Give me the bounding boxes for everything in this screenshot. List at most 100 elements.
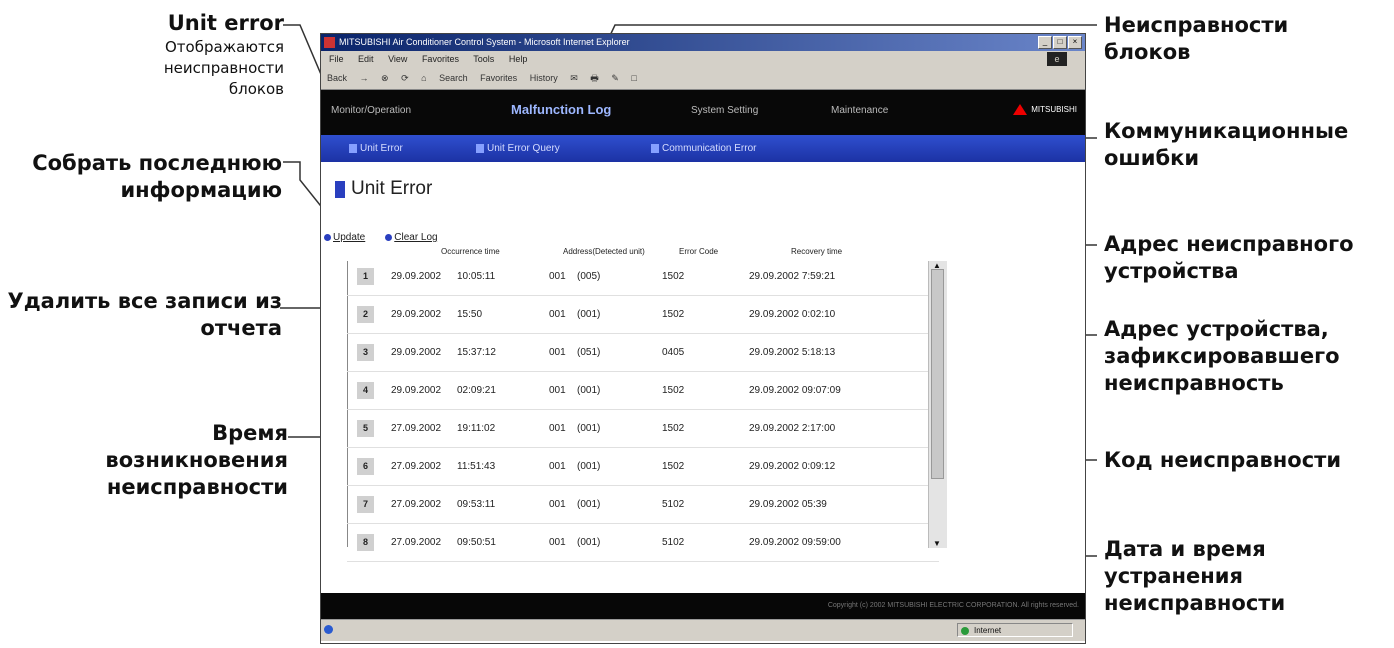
back-button[interactable]: Back xyxy=(327,73,347,83)
header-error-code: Error Code xyxy=(679,247,719,256)
nav-monitor-operation[interactable]: Monitor/Operation xyxy=(331,105,411,116)
table-row[interactable]: 4 29.09.2002 02:09:21 001 (001) 1502 29.09.200… xyxy=(347,372,939,410)
callout-faulty-address: Адрес неисправного устройства xyxy=(1104,232,1354,283)
print-button[interactable]: 🖶 xyxy=(590,73,599,83)
scrollbar-thumb[interactable] xyxy=(931,269,944,479)
clear-log-link[interactable]: Clear Log xyxy=(385,232,438,243)
cell-error-code: 1502 xyxy=(662,423,685,434)
header-recovery-time: Recovery time xyxy=(791,247,843,256)
cell-error-code: 1502 xyxy=(662,271,685,282)
callout-unit-error-title: Unit error xyxy=(167,11,284,35)
nav-maintenance[interactable]: Maintenance xyxy=(831,105,888,116)
window-controls: _ □ × xyxy=(1038,36,1082,49)
maximize-button[interactable]: □ xyxy=(1053,36,1067,49)
callout-unit-error: Unit error Отображаются неисправности бл… xyxy=(84,10,284,100)
menu-view[interactable]: View xyxy=(388,54,407,64)
cell-address: 001 xyxy=(549,309,566,320)
cell-address: 001 xyxy=(549,499,566,510)
cell-error-code: 1502 xyxy=(662,309,685,320)
table-row[interactable]: 8 27.09.2002 09:50:51 001 (001) 5102 29.09.200… xyxy=(347,524,939,562)
table-row[interactable]: 1 29.09.2002 10:05:11 001 (005) 1502 29.09.200… xyxy=(347,258,939,296)
cell-recovery-time: 29.09.2002 09:07:09 xyxy=(749,385,841,396)
tab-communication-error-label: Communication Error xyxy=(662,143,757,154)
callout-delete-all: Удалить все записи из отчета xyxy=(7,289,282,340)
menu-edit[interactable]: Edit xyxy=(358,54,374,64)
menu-favorites[interactable]: Favorites xyxy=(422,54,459,64)
home-button[interactable]: ⌂ xyxy=(421,73,426,83)
cell-address: 001 xyxy=(549,461,566,472)
scrollbar[interactable]: ▲ ▼ xyxy=(928,261,947,548)
refresh-button[interactable]: ⟳ xyxy=(401,73,409,83)
cell-recovery-time: 29.09.2002 2:17:00 xyxy=(749,423,836,434)
row-number: 4 xyxy=(357,382,374,399)
mitsubishi-logo: MITSUBISHI xyxy=(1013,104,1077,115)
discuss-button[interactable]: □ xyxy=(631,73,636,83)
tab-unit-error-query[interactable]: Unit Error Query xyxy=(476,143,560,154)
cell-date: 27.09.2002 xyxy=(391,537,442,548)
cell-recovery-time: 29.09.2002 7:59:21 xyxy=(749,271,836,282)
update-link[interactable]: Update xyxy=(324,232,365,243)
cell-address: 001 xyxy=(549,271,566,282)
cell-detected-unit: (001) xyxy=(577,309,601,320)
menu-tools[interactable]: Tools xyxy=(473,54,494,64)
cell-recovery-time: 29.09.2002 0:02:10 xyxy=(749,309,836,320)
page-title: Unit Error xyxy=(335,178,432,200)
tab-marker-icon xyxy=(651,144,659,153)
security-zone: Internet xyxy=(957,623,1073,637)
menu-help[interactable]: Help xyxy=(509,54,528,64)
table-row[interactable]: 6 27.09.2002 11:51:43 001 (001) 1502 29.09.200… xyxy=(347,448,939,486)
menu-file[interactable]: File xyxy=(329,54,344,64)
close-button[interactable]: × xyxy=(1068,36,1082,49)
bullet-icon xyxy=(324,234,331,241)
table-row[interactable]: 2 29.09.2002 15:50 001 (001) 1502 29.09.2002 0… xyxy=(347,296,939,334)
scroll-down-icon[interactable]: ▼ xyxy=(933,539,941,548)
minimize-button[interactable]: _ xyxy=(1038,36,1052,49)
forward-button[interactable]: → xyxy=(360,73,369,83)
cell-time: 10:05:11 xyxy=(457,271,496,282)
secondary-nav: Unit Error Unit Error Query Communicatio… xyxy=(321,135,1085,162)
bullet-icon xyxy=(385,234,393,241)
cell-recovery-time: 29.09.2002 5:18:13 xyxy=(749,347,836,358)
nav-malfunction-log[interactable]: Malfunction Log xyxy=(511,102,611,117)
row-number: 5 xyxy=(357,420,374,437)
cell-time: 11:51:43 xyxy=(457,461,496,472)
callout-unit-error-sub: Отображаются неисправности блоков xyxy=(163,38,284,98)
clear-log-label: Clear Log xyxy=(394,232,438,243)
row-divider xyxy=(347,561,939,562)
callout-comm-errors: Коммуникационные ошибки xyxy=(1104,119,1349,170)
callout-error-code: Код неисправности xyxy=(1104,448,1342,472)
cell-date: 27.09.2002 xyxy=(391,461,442,472)
table-row[interactable]: 5 27.09.2002 19:11:02 001 (001) 1502 29.09.200… xyxy=(347,410,939,448)
cell-date: 29.09.2002 xyxy=(391,309,442,320)
page-status-icon xyxy=(324,625,333,634)
cell-detected-unit: (001) xyxy=(577,461,601,472)
cell-date: 29.09.2002 xyxy=(391,347,442,358)
edit-button[interactable]: ✎ xyxy=(611,73,619,83)
callout-unit-faults: Неисправности блоков xyxy=(1104,13,1289,64)
ie-logo-icon: e xyxy=(1047,52,1067,66)
favorites-button[interactable]: Favorites xyxy=(480,73,517,83)
tab-marker-icon xyxy=(476,144,484,153)
table-row[interactable]: 3 29.09.2002 15:37:12 001 (051) 0405 29.09.200… xyxy=(347,334,939,372)
cell-error-code: 1502 xyxy=(662,461,685,472)
tab-unit-error[interactable]: Unit Error xyxy=(349,143,403,154)
row-number: 8 xyxy=(357,534,374,551)
cell-time: 02:09:21 xyxy=(457,385,496,396)
table-row[interactable]: 7 27.09.2002 09:53:11 001 (001) 5102 29.09.200… xyxy=(347,486,939,524)
cell-detected-unit: (005) xyxy=(577,271,601,282)
cell-error-code: 1502 xyxy=(662,385,685,396)
tab-communication-error[interactable]: Communication Error xyxy=(651,143,756,154)
row-number: 7 xyxy=(357,496,374,513)
mail-button[interactable]: ✉ xyxy=(570,73,578,83)
stop-button[interactable]: ⊗ xyxy=(381,73,389,83)
nav-system-setting[interactable]: System Setting xyxy=(691,105,758,116)
cell-time: 09:50:51 xyxy=(457,537,496,548)
callout-collect: Собрать последнюю информацию xyxy=(32,151,282,202)
history-button[interactable]: History xyxy=(530,73,558,83)
tab-unit-error-query-label: Unit Error Query xyxy=(487,143,560,154)
cell-date: 27.09.2002 xyxy=(391,423,442,434)
mitsubishi-diamond-icon xyxy=(1013,104,1028,115)
callout-time-occur: Время возникновения неисправности xyxy=(105,421,288,499)
search-button[interactable]: Search xyxy=(439,73,468,83)
cell-address: 001 xyxy=(549,537,566,548)
